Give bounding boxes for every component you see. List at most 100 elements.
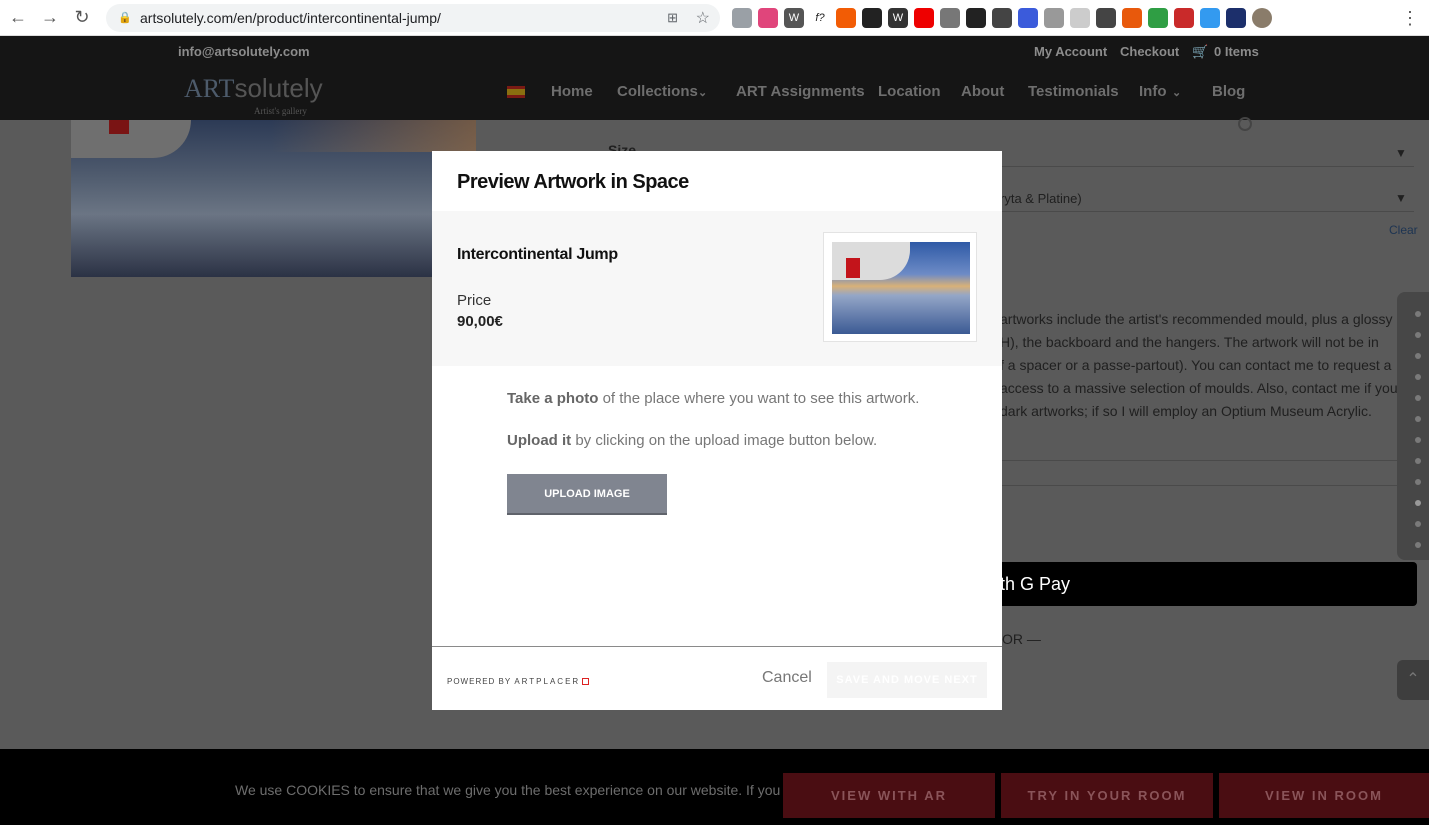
- instruction-bold: Take a photo: [507, 390, 599, 407]
- extension-icon[interactable]: [1018, 8, 1038, 28]
- nav-location[interactable]: Location: [878, 83, 941, 100]
- spanish-flag-icon[interactable]: [507, 86, 525, 98]
- option-select[interactable]: [1000, 460, 1412, 486]
- chevron-down-icon: ▼: [1395, 191, 1407, 205]
- extension-icon[interactable]: [758, 8, 778, 28]
- page-dots-nav: [1397, 292, 1429, 560]
- extension-icon[interactable]: [914, 8, 934, 28]
- page-dot[interactable]: [1415, 353, 1421, 359]
- product-name: Intercontinental Jump: [457, 246, 618, 263]
- instruction-bold: Upload it: [507, 432, 572, 449]
- save-and-move-next-button[interactable]: SAVE AND MOVE NEXT: [827, 662, 987, 698]
- cookie-message: We use COOKIES to ensure that we give yo…: [235, 782, 830, 798]
- extension-icon[interactable]: [966, 8, 986, 28]
- page-dot[interactable]: [1415, 437, 1421, 443]
- page-dot[interactable]: [1415, 479, 1421, 485]
- checkout-link[interactable]: Checkout: [1120, 44, 1179, 59]
- nav-collections[interactable]: Collections: [617, 83, 698, 100]
- sky-glow: [271, 120, 476, 152]
- price-value: 90,00€: [457, 313, 503, 330]
- chevron-down-icon: ⌄: [698, 87, 708, 99]
- finish-select-value: ryta & Platine): [1000, 191, 1082, 206]
- site-logo[interactable]: ARTsolutely Artist's gallery: [184, 73, 323, 116]
- nav-info[interactable]: Info: [1139, 83, 1167, 100]
- page-dot[interactable]: [1415, 416, 1421, 422]
- wordpress-icon[interactable]: W: [888, 8, 908, 28]
- chevron-down-icon: ⌄: [1172, 87, 1182, 99]
- extension-icon[interactable]: [862, 8, 882, 28]
- nav-art-assignments[interactable]: ART Assignments: [736, 83, 865, 100]
- page-dot[interactable]: [1415, 332, 1421, 338]
- address-bar[interactable]: 🔒 artsolutely.com/en/product/intercontin…: [106, 4, 720, 32]
- email-link[interactable]: info@artsolutely.com: [178, 44, 310, 59]
- scroll-to-top-button[interactable]: ⌃: [1397, 660, 1429, 700]
- cart-icon[interactable]: 🛒: [1192, 44, 1208, 60]
- google-pay-button[interactable]: th G Pay: [960, 562, 1417, 606]
- view-in-room-button[interactable]: VIEW IN ROOM: [1219, 773, 1429, 818]
- cart-link[interactable]: 0 Items: [1214, 44, 1259, 59]
- clear-link[interactable]: Clear: [1389, 223, 1418, 237]
- bookmark-star-icon[interactable]: ☆: [696, 8, 710, 28]
- page-dot[interactable]: [1415, 311, 1421, 317]
- extension-icon[interactable]: [1148, 8, 1168, 28]
- extension-icon[interactable]: [1096, 8, 1116, 28]
- preview-modal: Preview Artwork in Space Intercontinenta…: [432, 151, 1002, 710]
- page-dot[interactable]: [1415, 395, 1421, 401]
- modal-title: Preview Artwork in Space: [457, 171, 689, 193]
- nav-home[interactable]: Home: [551, 83, 593, 100]
- desc-line: H), the backboard and the hangers. The a…: [1000, 334, 1379, 350]
- cancel-button[interactable]: Cancel: [762, 669, 812, 687]
- or-divider: OR —: [1002, 631, 1041, 647]
- extension-icon[interactable]: [940, 8, 960, 28]
- size-select[interactable]: [1000, 141, 1414, 167]
- page-dot[interactable]: [1415, 542, 1421, 548]
- main-nav: ARTsolutely Artist's gallery Home Collec…: [0, 67, 1429, 120]
- product-summary: Intercontinental Jump Price 90,00€: [432, 211, 1002, 366]
- page-dot[interactable]: [1415, 374, 1421, 380]
- instruction-take-photo: Take a photo of the place where you want…: [507, 390, 919, 407]
- page-dot[interactable]: [1415, 521, 1421, 527]
- extension-icon[interactable]: [836, 8, 856, 28]
- extension-icon[interactable]: [1044, 8, 1064, 28]
- reload-icon[interactable]: ↻: [66, 0, 98, 36]
- powered-by-artplacer[interactable]: POWERED BY ARTPLACER: [447, 677, 590, 686]
- lock-icon: 🔒: [118, 12, 132, 24]
- instruction-text: by clicking on the upload image button b…: [571, 432, 878, 449]
- extension-icon[interactable]: [1122, 8, 1142, 28]
- view-with-ar-button[interactable]: VIEW WITH AR: [783, 773, 995, 818]
- upload-image-button[interactable]: UPLOAD IMAGE: [507, 474, 667, 515]
- artwork-image: [832, 242, 970, 334]
- extension-icon[interactable]: [992, 8, 1012, 28]
- nav-about[interactable]: About: [961, 83, 1004, 100]
- avatar[interactable]: [1252, 8, 1272, 28]
- page-dot[interactable]: [1415, 458, 1421, 464]
- back-icon[interactable]: ←: [2, 0, 34, 36]
- extension-icon[interactable]: [732, 8, 752, 28]
- nav-blog[interactable]: Blog: [1212, 83, 1245, 100]
- nav-testimonials[interactable]: Testimonials: [1028, 83, 1119, 100]
- browser-toolbar: ← → ↻ 🔒 artsolutely.com/en/product/inter…: [0, 0, 1429, 36]
- translate-icon[interactable]: ⊞: [667, 10, 678, 26]
- artplacer-logo-icon: [582, 678, 590, 685]
- wordpress-icon[interactable]: W: [784, 8, 804, 28]
- url-text: artsolutely.com/en/product/intercontinen…: [140, 10, 441, 26]
- link-icon[interactable]: [1200, 8, 1220, 28]
- desc-line: f a spacer or a passe-partout). You can …: [1000, 357, 1392, 373]
- page-dot[interactable]: [1415, 500, 1421, 506]
- try-in-your-room-button[interactable]: TRY IN YOUR ROOM: [1001, 773, 1213, 818]
- puzzle-icon[interactable]: [1226, 8, 1246, 28]
- search-icon[interactable]: [1238, 117, 1252, 131]
- plane-fuselage: [832, 242, 910, 280]
- my-account-link[interactable]: My Account: [1034, 44, 1107, 59]
- artwork-thumbnail: [823, 232, 977, 342]
- instruction-text: of the place where you want to see this …: [598, 390, 920, 407]
- chevron-down-icon: ▼: [1395, 146, 1407, 160]
- extension-icon[interactable]: f?: [810, 8, 830, 28]
- forward-icon[interactable]: →: [34, 0, 66, 36]
- desc-line: dark artworks; if so I will employ an Op…: [1000, 403, 1372, 419]
- modal-footer: POWERED BY ARTPLACER Cancel SAVE AND MOV…: [432, 646, 1002, 710]
- extension-icon[interactable]: [1174, 8, 1194, 28]
- extension-icon[interactable]: [1070, 8, 1090, 28]
- logo-main: ART: [184, 74, 235, 103]
- menu-icon[interactable]: ⋮: [1401, 8, 1419, 29]
